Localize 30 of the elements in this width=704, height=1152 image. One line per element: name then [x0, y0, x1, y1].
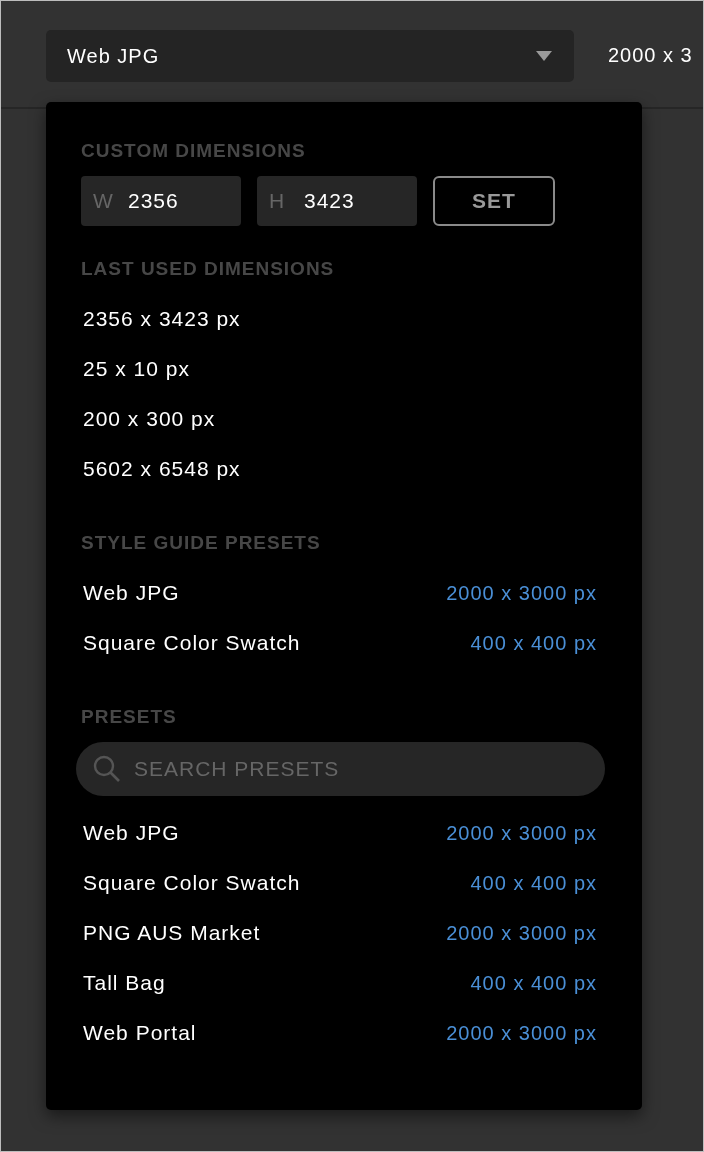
preset-name[interactable]: Web Portal — [83, 1021, 197, 1045]
format-dropdown[interactable]: Web JPG — [46, 30, 574, 82]
caret-icon — [536, 51, 552, 61]
section-heading: LAST USED DIMENSIONS — [81, 258, 336, 280]
preset-size: 400 x 400 px — [470, 971, 597, 995]
field-label: H — [269, 189, 286, 213]
preset-name[interactable]: Web JPG — [83, 581, 180, 605]
preset-size: 400 x 400 px — [470, 631, 597, 655]
last-used-item[interactable]: 25 x 10 px — [81, 344, 190, 394]
preset-size: 2000 x 3000 px — [446, 581, 597, 605]
section-heading: PRESETS — [81, 706, 178, 728]
preset-name[interactable]: Square Color Swatch — [83, 871, 301, 895]
search-field[interactable]: SEARCH PRESETS — [76, 742, 605, 796]
size-label: 2000 x 3 — [608, 44, 693, 67]
last-used-item[interactable]: 2356 x 3423 px — [81, 294, 241, 344]
last-used-item[interactable]: 5602 x 6548 px — [81, 444, 241, 494]
preset-size: 2000 x 3000 px — [446, 1021, 597, 1045]
preset-name[interactable]: Web JPG — [83, 821, 180, 845]
set-button[interactable]: SET — [433, 176, 555, 226]
preset-size: 2000 x 3000 px — [446, 821, 597, 845]
preset-name[interactable]: Square Color Swatch — [83, 631, 301, 655]
preset-name[interactable]: Tall Bag — [83, 971, 166, 995]
preset-name[interactable]: PNG AUS Market — [83, 921, 261, 945]
preset-size: 2000 x 3000 px — [446, 921, 597, 945]
field-label: W — [93, 189, 114, 213]
search-icon — [92, 754, 122, 784]
last-used-item[interactable]: 200 x 300 px — [81, 394, 216, 444]
preset-size: 400 x 400 px — [470, 871, 597, 895]
section-heading: CUSTOM DIMENSIONS — [81, 140, 307, 162]
section-heading: STYLE GUIDE PRESETS — [81, 532, 322, 554]
